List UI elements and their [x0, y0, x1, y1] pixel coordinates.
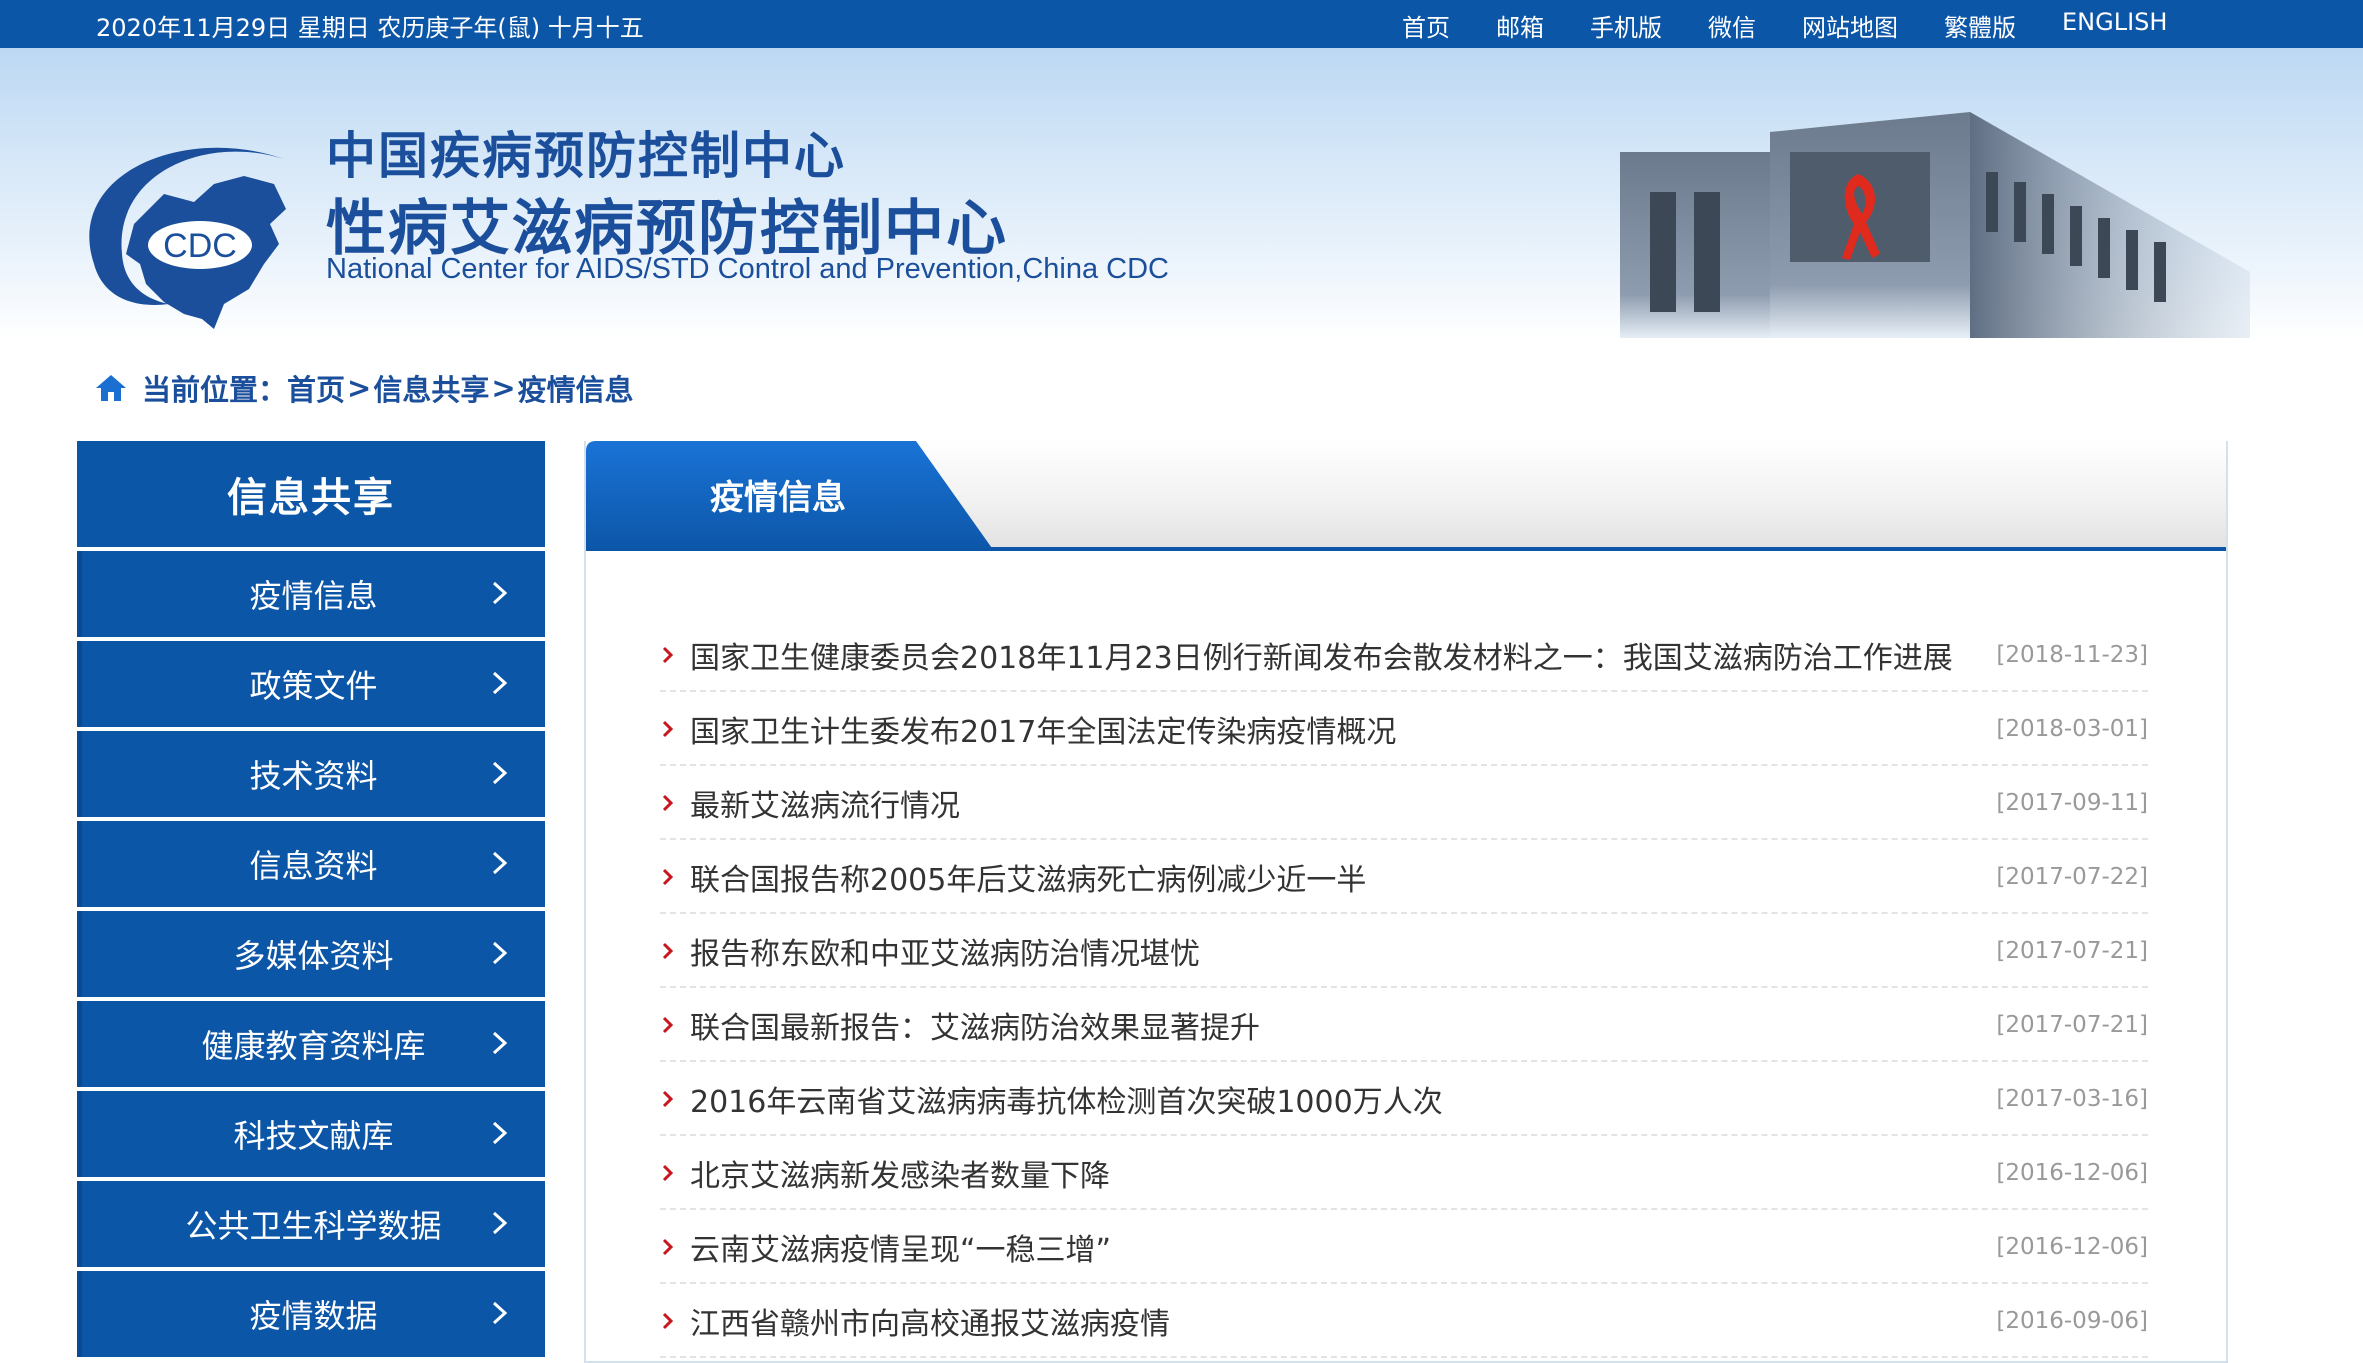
cdc-logo[interactable]: CDC: [74, 114, 312, 338]
breadcrumb-home[interactable]: 首页: [287, 367, 345, 409]
content-panel: 疫情信息 国家卫生健康委员会2018年11月23日例行新闻发布会散发材料之一：我…: [584, 441, 2228, 1363]
home-icon: [96, 375, 126, 401]
breadcrumb: 当前位置： 首页 > 信息共享 > 疫情信息: [94, 368, 634, 408]
article-date: [2016-09-06]: [1996, 1307, 2148, 1334]
sidebar-item-epidemic-data[interactable]: 疫情数据: [77, 1271, 545, 1357]
list-item: 北京艾滋病新发感染者数量下降 [2016-12-06]: [660, 1137, 2148, 1210]
article-link[interactable]: 最新艾滋病流行情况: [690, 781, 960, 825]
tab-bar: 疫情信息: [586, 441, 2226, 551]
sidebar-item-public-health-data[interactable]: 公共卫生科学数据: [77, 1181, 545, 1267]
list-item: 联合国最新报告：艾滋病防治效果显著提升 [2017-07-21]: [660, 989, 2148, 1062]
arrow-right-icon: [662, 1238, 674, 1255]
sidebar-item-label: 政策文件: [249, 667, 378, 705]
arrow-right-icon: [662, 1090, 674, 1107]
article-link[interactable]: 国家卫生计生委发布2017年全国法定传染病疫情概况: [690, 707, 1396, 751]
chevron-right-icon: [492, 851, 508, 875]
nav-link-sitemap[interactable]: 网站地图: [1802, 8, 1898, 43]
list-item: 2016年云南省艾滋病病毒抗体检测首次突破1000万人次 [2017-03-16…: [660, 1063, 2148, 1136]
article-date: [2017-07-22]: [1996, 863, 2148, 890]
sidebar-item-policy-docs[interactable]: 政策文件: [77, 641, 545, 727]
chevron-right-icon: [492, 1031, 508, 1055]
chevron-right-icon: [492, 1211, 508, 1235]
top-bar: 2020年11月29日 星期日 农历庚子年(鼠) 十月十五 首页 邮箱 手机版 …: [0, 0, 2363, 48]
article-date: [2017-03-16]: [1996, 1085, 2148, 1112]
sidebar-item-technical-docs[interactable]: 技术资料: [77, 731, 545, 817]
arrow-right-icon: [662, 868, 674, 885]
sidebar-item-label: 技术资料: [249, 757, 378, 795]
sidebar-item-health-education[interactable]: 健康教育资料库: [77, 1001, 545, 1087]
article-date: [2017-09-11]: [1996, 789, 2148, 816]
sidebar: 信息共享 疫情信息 政策文件 技术资料 信息资料 多媒体资料 健康教育资料库 科…: [77, 441, 545, 1357]
org-title-line1: 中国疾病预防控制中心: [326, 127, 846, 185]
sidebar-item-label: 公共卫生科学数据: [185, 1207, 442, 1245]
list-item: 最新艾滋病流行情况 [2017-09-11]: [660, 767, 2148, 840]
arrow-right-icon: [662, 1164, 674, 1181]
sidebar-item-info-docs[interactable]: 信息资料: [77, 821, 545, 907]
breadcrumb-separator: >: [347, 371, 372, 405]
arrow-right-icon: [662, 1312, 674, 1329]
nav-link-traditional[interactable]: 繁體版: [1944, 8, 2016, 43]
article-date: [2018-03-01]: [1996, 715, 2148, 742]
list-item: 联合国报告称2005年后艾滋病死亡病例减少近一半 [2017-07-22]: [660, 841, 2148, 914]
logo-text: CDC: [163, 227, 237, 265]
chevron-right-icon: [492, 1121, 508, 1145]
sidebar-item-label: 疫情信息: [249, 577, 378, 615]
sidebar-item-label: 多媒体资料: [233, 937, 394, 975]
sidebar-item-label: 信息资料: [249, 847, 378, 885]
sidebar-item-label: 科技文献库: [233, 1117, 394, 1155]
chevron-right-icon: [492, 671, 508, 695]
article-link[interactable]: 联合国最新报告：艾滋病防治效果显著提升: [690, 1003, 1260, 1047]
breadcrumb-prefix: 当前位置：: [142, 373, 288, 407]
sidebar-item-literature[interactable]: 科技文献库: [77, 1091, 545, 1177]
article-link[interactable]: 云南艾滋病疫情呈现“一稳三增”: [690, 1225, 1111, 1269]
article-date: [2016-12-06]: [1996, 1159, 2148, 1186]
nav-link-mobile[interactable]: 手机版: [1590, 8, 1662, 43]
article-list: 国家卫生健康委员会2018年11月23日例行新闻发布会散发材料之一：我国艾滋病防…: [660, 619, 2148, 1359]
article-link[interactable]: 2016年云南省艾滋病病毒抗体检测首次突破1000万人次: [690, 1077, 1443, 1121]
nav-link-wechat[interactable]: 微信: [1708, 8, 1756, 43]
breadcrumb-separator: >: [491, 371, 516, 405]
arrow-right-icon: [662, 942, 674, 959]
article-link[interactable]: 报告称东欧和中亚艾滋病防治情况堪忧: [690, 929, 1200, 973]
article-link[interactable]: 国家卫生健康委员会2018年11月23日例行新闻发布会散发材料之一：我国艾滋病防…: [690, 633, 1953, 677]
nav-link-english[interactable]: ENGLISH: [2062, 8, 2167, 43]
list-item: 国家卫生健康委员会2018年11月23日例行新闻发布会散发材料之一：我国艾滋病防…: [660, 619, 2148, 692]
chevron-right-icon: [492, 1301, 508, 1325]
sidebar-title: 信息共享: [77, 441, 545, 547]
building-illustration: [1620, 112, 2250, 338]
list-item: 报告称东欧和中亚艾滋病防治情况堪忧 [2017-07-21]: [660, 915, 2148, 988]
sidebar-item-epidemic-info[interactable]: 疫情信息: [77, 551, 545, 637]
article-date: [2018-11-23]: [1996, 641, 2148, 668]
article-date: [2017-07-21]: [1996, 1011, 2148, 1038]
chevron-right-icon: [492, 761, 508, 785]
list-item: 云南艾滋病疫情呈现“一稳三增” [2016-12-06]: [660, 1211, 2148, 1284]
nav-link-mail[interactable]: 邮箱: [1496, 8, 1544, 43]
sidebar-item-label: 疫情数据: [249, 1297, 378, 1335]
breadcrumb-current[interactable]: 疫情信息: [518, 367, 634, 409]
list-item: 国家卫生计生委发布2017年全国法定传染病疫情概况 [2018-03-01]: [660, 693, 2148, 766]
header-banner: CDC 中国疾病预防控制中心 性病艾滋病预防控制中心 National Cent…: [0, 48, 2363, 338]
arrow-right-icon: [662, 794, 674, 811]
article-link[interactable]: 联合国报告称2005年后艾滋病死亡病例减少近一半: [690, 855, 1366, 899]
sidebar-item-multimedia[interactable]: 多媒体资料: [77, 911, 545, 997]
arrow-right-icon: [662, 720, 674, 737]
org-title-english: National Center for AIDS/STD Control and…: [326, 253, 1169, 285]
chevron-right-icon: [492, 581, 508, 605]
list-item: 江西省赣州市向高校通报艾滋病疫情 [2016-09-06]: [660, 1285, 2148, 1358]
arrow-right-icon: [662, 646, 674, 663]
sidebar-item-label: 健康教育资料库: [201, 1027, 426, 1065]
arrow-right-icon: [662, 1016, 674, 1033]
article-date: [2017-07-21]: [1996, 937, 2148, 964]
nav-link-home[interactable]: 首页: [1402, 8, 1450, 43]
article-link[interactable]: 江西省赣州市向高校通报艾滋病疫情: [690, 1299, 1170, 1343]
tab-epidemic-info[interactable]: 疫情信息: [586, 441, 970, 547]
top-nav: 首页 邮箱 手机版 微信 网站地图 繁體版 ENGLISH: [1402, 8, 2167, 43]
article-date: [2016-12-06]: [1996, 1233, 2148, 1260]
current-date: 2020年11月29日 星期日 农历庚子年(鼠) 十月十五: [96, 14, 644, 42]
article-link[interactable]: 北京艾滋病新发感染者数量下降: [690, 1151, 1110, 1195]
chevron-right-icon: [492, 941, 508, 965]
breadcrumb-info-share[interactable]: 信息共享: [373, 367, 489, 409]
